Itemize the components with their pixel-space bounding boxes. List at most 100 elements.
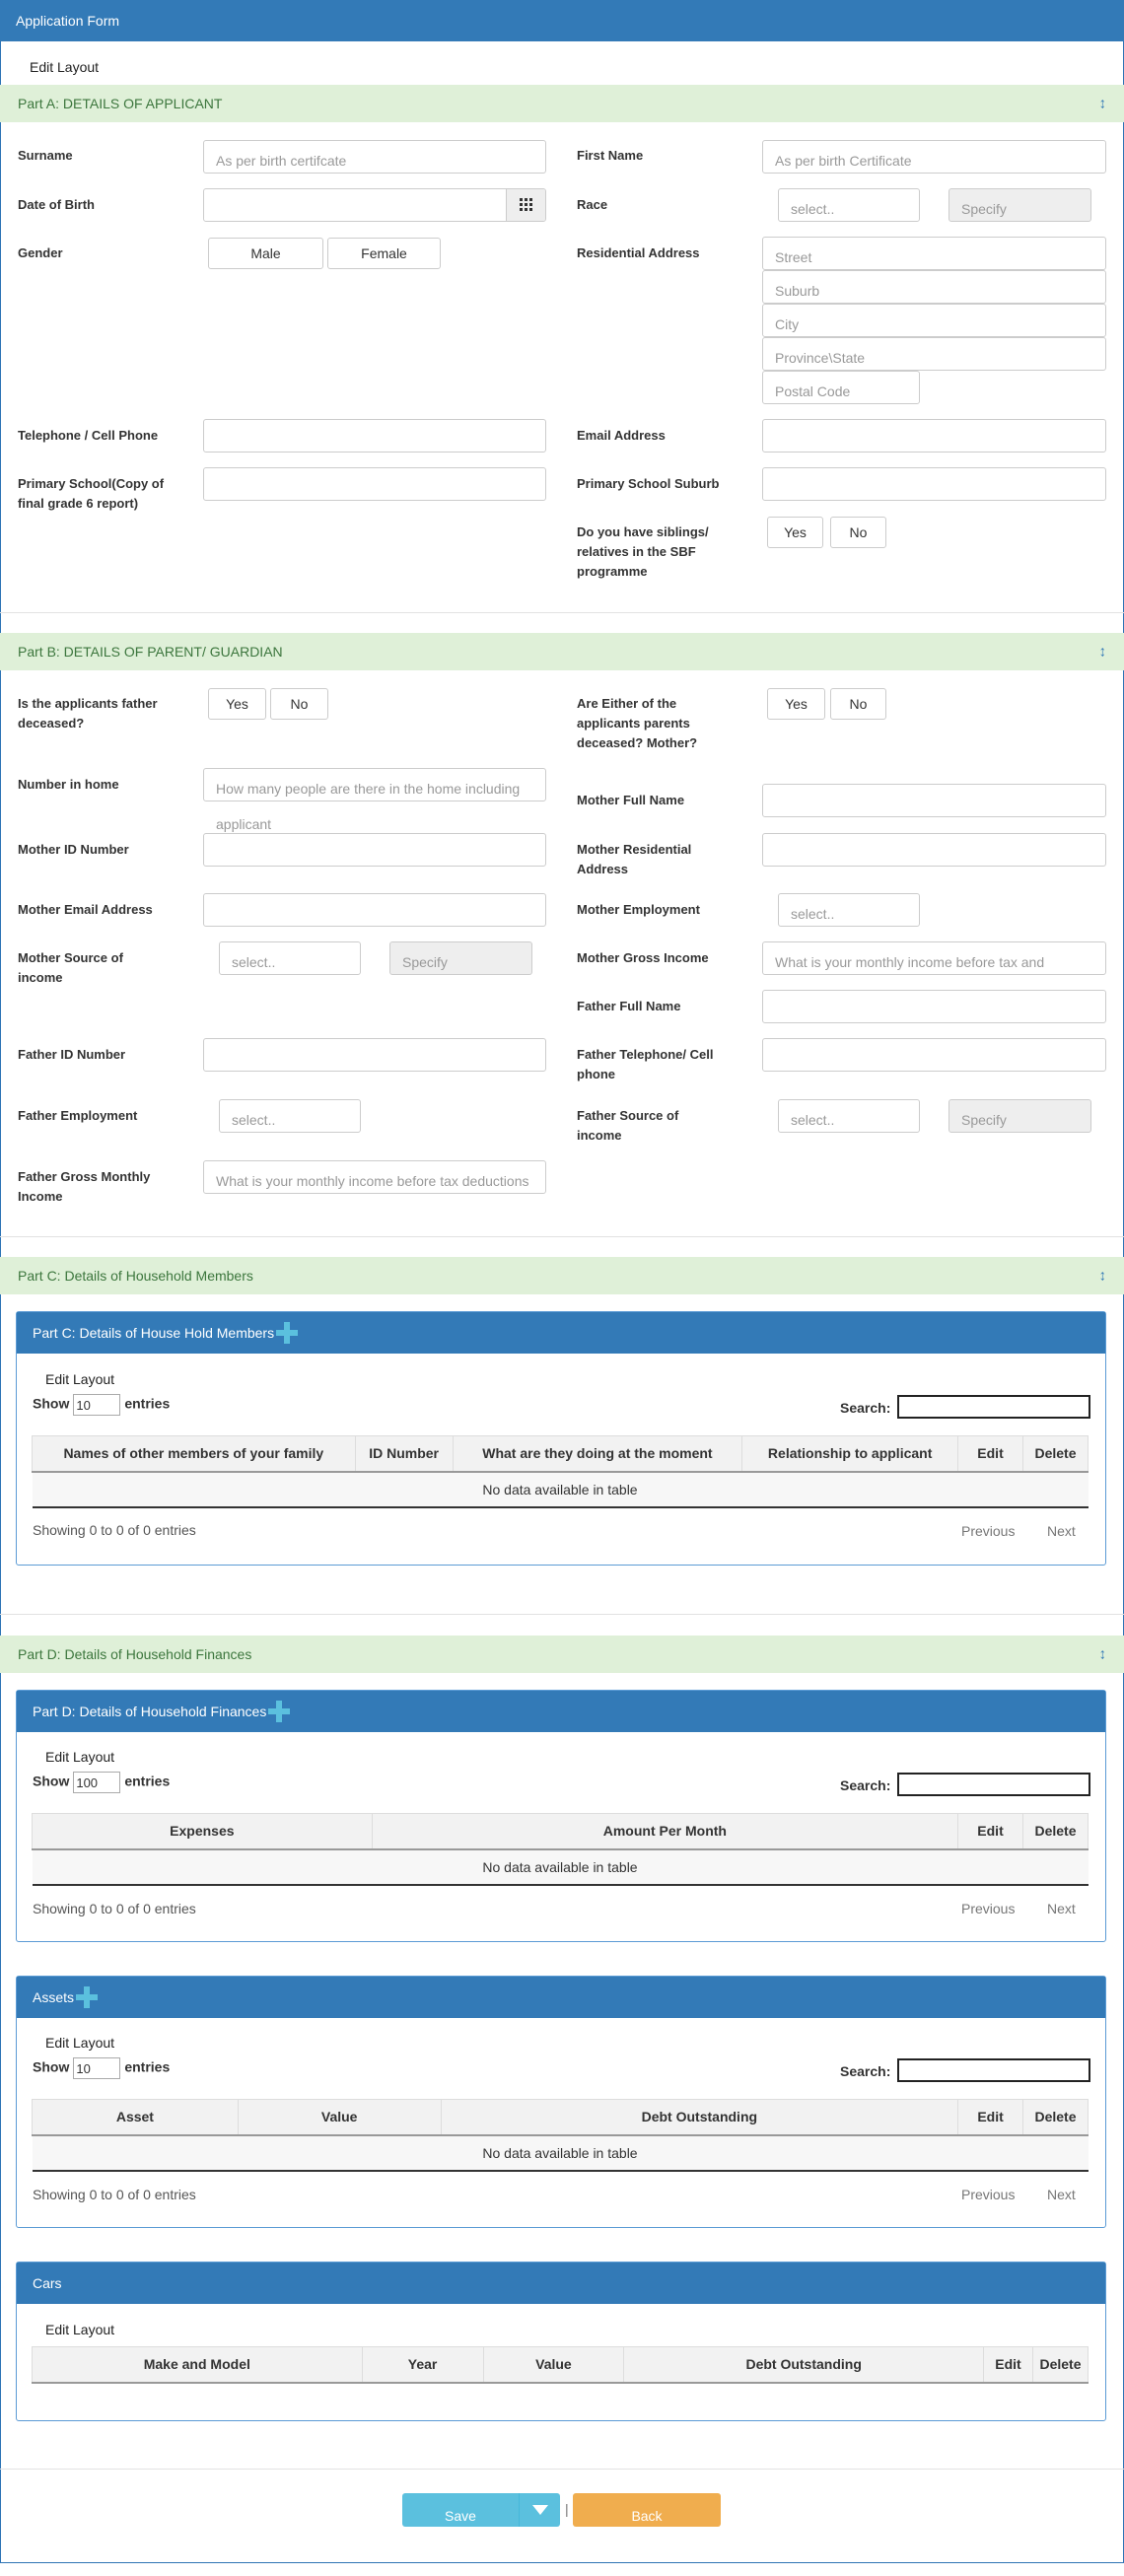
column-header: Delete: [1022, 2099, 1089, 2136]
primary-school-input[interactable]: [203, 467, 546, 501]
street-input[interactable]: Street: [762, 237, 1106, 270]
search-input[interactable]: [897, 1395, 1090, 1419]
column-header[interactable]: Amount Per Month: [371, 1813, 959, 1850]
race-label: Race: [577, 197, 608, 212]
surname-input[interactable]: As per birth certifcate: [203, 140, 546, 174]
column-header[interactable]: ID Number: [354, 1435, 454, 1473]
previous-button[interactable]: Previous: [961, 1523, 1015, 1539]
household-members-title: Part C: Details of House Hold Members: [33, 1325, 275, 1341]
father-gross-income-input[interactable]: What is your monthly income before tax d…: [203, 1160, 546, 1194]
edit-layout-link[interactable]: Edit Layout: [45, 1371, 114, 1387]
column-header[interactable]: Names of other members of your family: [32, 1435, 356, 1473]
next-button[interactable]: Next: [1047, 2187, 1076, 2202]
column-header: Edit: [957, 2099, 1024, 2136]
mother-source-specify-input[interactable]: Specify: [389, 941, 532, 975]
part-d-title: Part D: Details of Household Finances: [18, 1646, 252, 1662]
residential-address-label: Residential Address: [577, 245, 700, 260]
length-select[interactable]: 10: [73, 2057, 121, 2079]
edit-layout-link[interactable]: Edit Layout: [30, 59, 99, 75]
search-input[interactable]: [897, 2058, 1090, 2082]
father-employment-label: Father Employment: [18, 1108, 138, 1123]
length-select[interactable]: 100: [73, 1772, 121, 1793]
mother-email-input[interactable]: [203, 893, 546, 927]
father-full-name-label: Father Full Name: [577, 999, 681, 1013]
email-input[interactable]: [762, 419, 1106, 453]
province-input[interactable]: Province\State: [762, 337, 1106, 371]
next-button[interactable]: Next: [1047, 1523, 1076, 1539]
father-employment-select[interactable]: select..: [219, 1099, 361, 1133]
search-input[interactable]: [897, 1773, 1090, 1796]
household-finances-table-wrap: Expenses Amount Per Month Edit Delete No…: [32, 1813, 1089, 1886]
primary-school-suburb-input[interactable]: [762, 467, 1106, 501]
siblings-no-button[interactable]: No: [830, 517, 886, 548]
father-telephone-input[interactable]: [762, 1038, 1106, 1072]
siblings-yes-button[interactable]: Yes: [767, 517, 823, 548]
mother-residential-input[interactable]: [762, 833, 1106, 867]
column-header[interactable]: Expenses: [32, 1813, 373, 1850]
next-button[interactable]: Next: [1047, 1901, 1076, 1916]
father-source-specify-input[interactable]: Specify: [948, 1099, 1091, 1133]
mother-id-input[interactable]: [203, 833, 546, 867]
column-header[interactable]: Asset: [32, 2099, 239, 2136]
length-control: Show 10 entries: [33, 1394, 170, 1416]
female-button[interactable]: Female: [327, 238, 441, 269]
expand-collapse-icon[interactable]: ↕: [1099, 96, 1107, 112]
mother-employment-select[interactable]: select..: [778, 893, 920, 927]
column-header[interactable]: Value: [237, 2099, 442, 2136]
plus-icon[interactable]: [268, 1701, 291, 1722]
mother-source-income-select[interactable]: select..: [219, 941, 361, 975]
column-header[interactable]: Relationship to applicant: [741, 1435, 959, 1473]
column-header[interactable]: Make and Model: [32, 2346, 363, 2384]
part-d-header[interactable]: Part D: Details of Household Finances ↕: [0, 1636, 1124, 1673]
column-header[interactable]: Year: [361, 2346, 484, 2384]
first-name-input[interactable]: As per birth Certificate: [762, 140, 1106, 174]
father-full-name-input[interactable]: [762, 990, 1106, 1023]
edit-layout-link[interactable]: Edit Layout: [45, 2035, 114, 2051]
caret-down-icon[interactable]: [519, 2493, 560, 2527]
expand-collapse-icon[interactable]: ↕: [1099, 644, 1107, 661]
previous-button[interactable]: Previous: [961, 2187, 1015, 2202]
empty-row: No data available in table: [32, 2134, 1089, 2172]
race-select[interactable]: select..: [778, 188, 920, 222]
part-a-title: Part A: DETAILS OF APPLICANT: [18, 96, 223, 111]
part-a-header[interactable]: Part A: DETAILS OF APPLICANT ↕: [0, 85, 1124, 122]
back-button[interactable]: Back: [573, 2493, 721, 2527]
postal-code-input[interactable]: Postal Code: [762, 371, 920, 404]
expand-collapse-icon[interactable]: ↕: [1099, 1646, 1107, 1663]
edit-layout-link[interactable]: Edit Layout: [45, 2322, 114, 2337]
phone-input[interactable]: [203, 419, 546, 453]
suburb-input[interactable]: Suburb: [762, 270, 1106, 304]
column-header[interactable]: Debt Outstanding: [440, 2099, 959, 2136]
plus-icon[interactable]: [76, 1986, 99, 2008]
part-c-header[interactable]: Part C: Details of Household Members ↕: [0, 1257, 1124, 1294]
column-header: Edit: [957, 1435, 1023, 1473]
edit-layout-link[interactable]: Edit Layout: [45, 1749, 114, 1765]
previous-button[interactable]: Previous: [961, 1901, 1015, 1916]
calendar-icon[interactable]: [506, 189, 545, 221]
length-control: Show 100 entries: [33, 1772, 170, 1793]
plus-icon[interactable]: [276, 1322, 299, 1344]
father-id-input[interactable]: [203, 1038, 546, 1072]
father-deceased-yes-button[interactable]: Yes: [208, 688, 266, 720]
race-specify-input[interactable]: Specify: [948, 188, 1091, 222]
father-deceased-no-button[interactable]: No: [270, 688, 328, 720]
length-select[interactable]: 10: [73, 1394, 121, 1416]
save-button[interactable]: Save: [402, 2493, 560, 2527]
parents-deceased-no-button[interactable]: No: [830, 688, 886, 720]
mother-gross-income-label: Mother Gross Income: [577, 950, 709, 965]
expand-collapse-icon[interactable]: ↕: [1099, 1268, 1107, 1285]
mother-full-name-input[interactable]: [762, 784, 1106, 817]
column-header[interactable]: Value: [482, 2346, 625, 2384]
dob-input[interactable]: [203, 188, 546, 222]
father-source-income-select[interactable]: select..: [778, 1099, 920, 1133]
mother-gross-income-input[interactable]: What is your monthly income before tax a…: [762, 941, 1106, 975]
column-header[interactable]: Debt Outstanding: [623, 2346, 984, 2384]
parents-deceased-yes-button[interactable]: Yes: [767, 688, 825, 720]
number-in-home-input[interactable]: How many people are there in the home in…: [203, 768, 546, 801]
primary-school-label: Primary School(Copy of final grade 6 rep…: [18, 476, 165, 511]
part-c-title: Part C: Details of Household Members: [18, 1268, 253, 1284]
column-header[interactable]: What are they doing at the moment: [452, 1435, 743, 1473]
part-b-header[interactable]: Part B: DETAILS OF PARENT/ GUARDIAN ↕: [0, 633, 1124, 670]
city-input[interactable]: City: [762, 304, 1106, 337]
male-button[interactable]: Male: [208, 238, 323, 269]
